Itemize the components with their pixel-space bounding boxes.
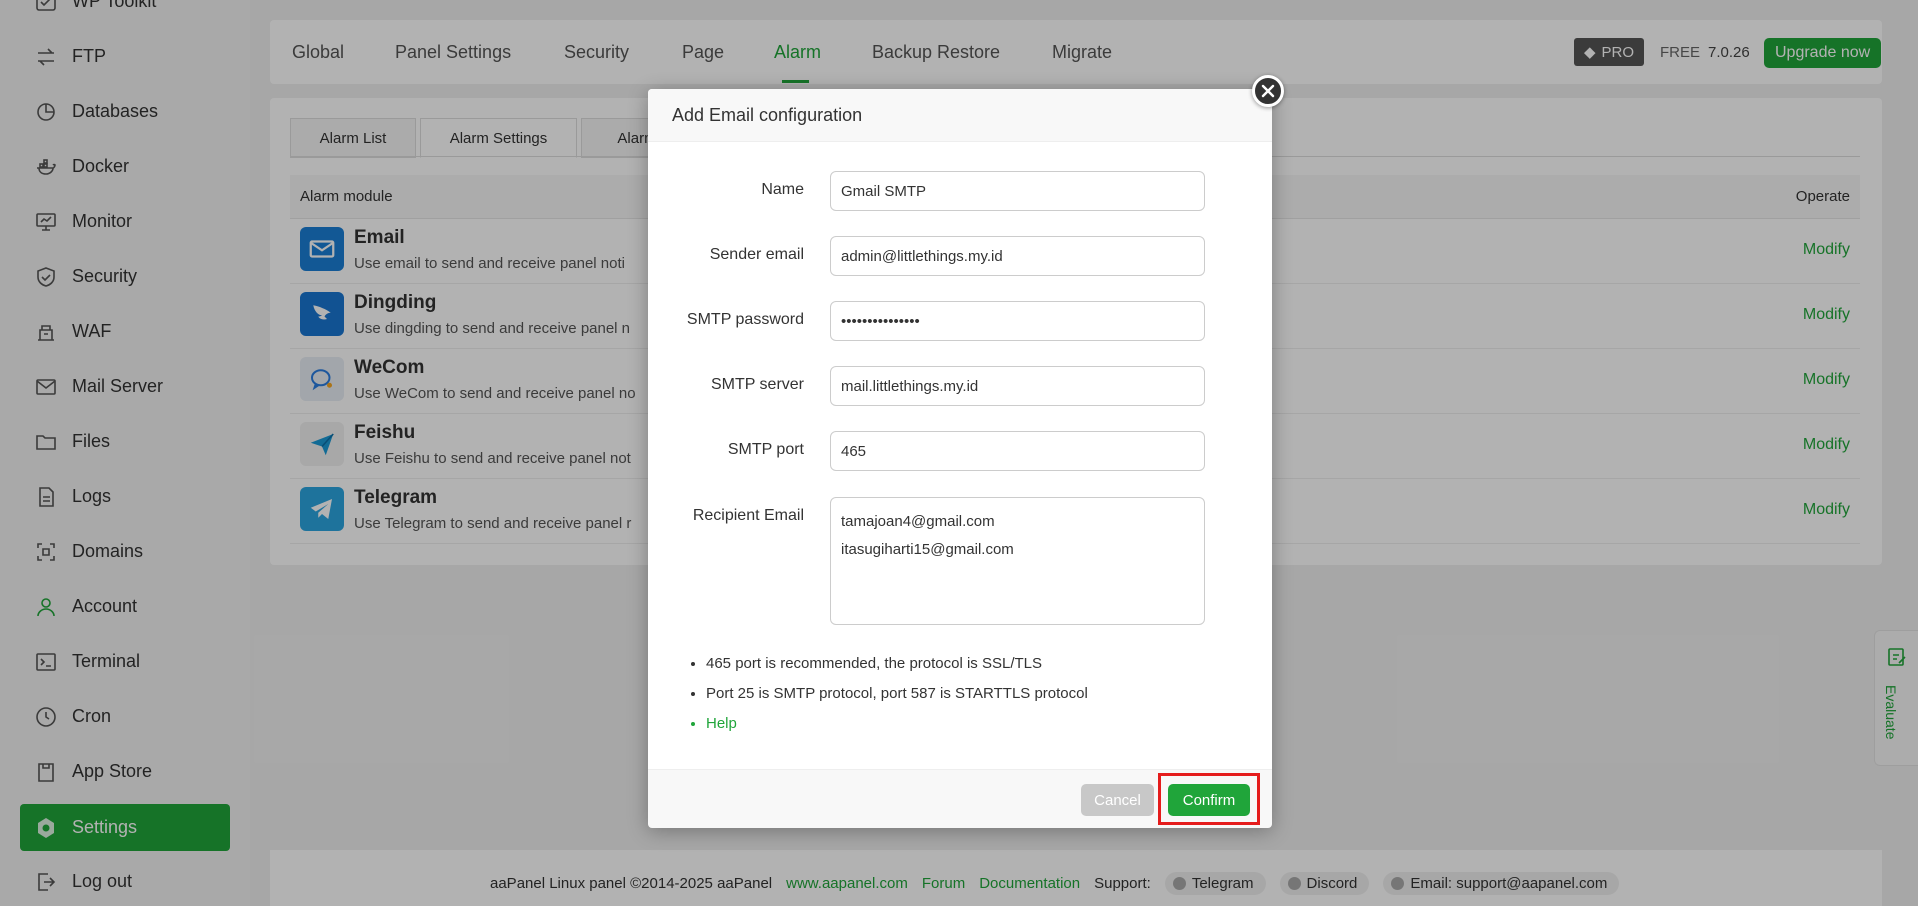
recipient-email-label: Recipient Email [692, 507, 804, 524]
smtp-password-label: SMTP password [686, 311, 804, 328]
tip-item: Port 25 is SMTP protocol, port 587 is ST… [706, 683, 1266, 713]
help-link[interactable]: Help [706, 713, 1266, 743]
config-tips: 465 port is recommended, the protocol is… [686, 653, 1266, 743]
name-field[interactable] [830, 171, 1205, 211]
smtp-server-label: SMTP server [710, 376, 804, 393]
close-icon [1261, 84, 1275, 98]
cancel-button[interactable]: Cancel [1081, 784, 1154, 816]
sender-email-label: Sender email [709, 246, 804, 263]
recipient-email-field[interactable]: tamajoan4@gmail.com itasugiharti15@gmail… [830, 497, 1205, 625]
smtp-password-field[interactable] [830, 301, 1205, 341]
sender-email-field[interactable] [830, 236, 1205, 276]
add-email-config-dialog: Add Email configuration Name Sender emai… [648, 89, 1272, 828]
confirm-highlight-box [1158, 773, 1260, 825]
close-dialog-button[interactable] [1252, 75, 1284, 107]
tip-item: 465 port is recommended, the protocol is… [706, 653, 1266, 683]
smtp-server-field[interactable] [830, 366, 1205, 406]
smtp-port-label: SMTP port [727, 441, 804, 458]
smtp-port-field[interactable] [830, 431, 1205, 471]
name-label: Name [761, 181, 804, 198]
dialog-header: Add Email configuration [648, 89, 1272, 142]
dialog-title: Add Email configuration [672, 105, 863, 125]
